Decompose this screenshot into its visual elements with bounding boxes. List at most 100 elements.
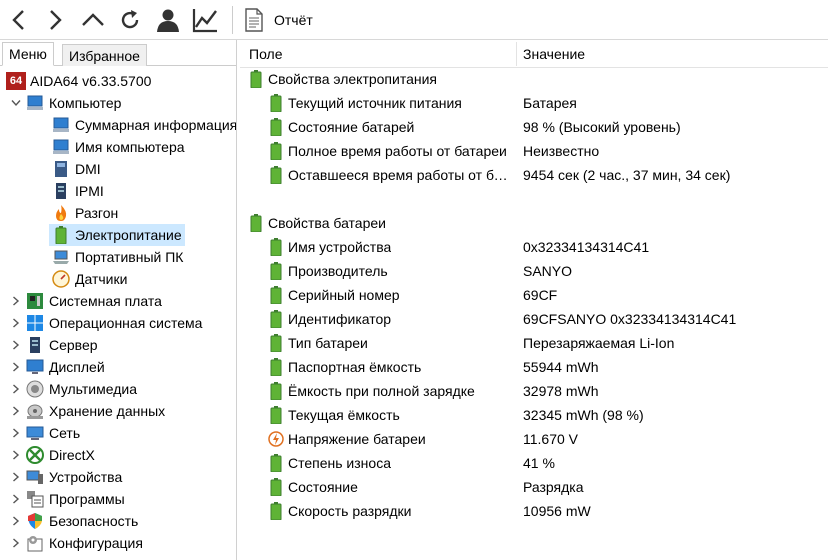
- table-row[interactable]: Ёмкость при полной зарядке 32978 mWh: [268, 380, 828, 402]
- field-cell: Тип батареи: [288, 335, 368, 351]
- tree-item-storage[interactable]: Хранение данных: [10, 400, 165, 422]
- refresh-button[interactable]: [115, 5, 145, 35]
- report-button[interactable]: Отчёт: [244, 7, 313, 33]
- chevron-right-icon: [50, 10, 62, 30]
- tree-item-laptop[interactable]: Портативный ПК: [52, 246, 183, 268]
- field-cell: Напряжение батареи: [288, 431, 426, 447]
- value-cell: 10956 mW: [523, 503, 591, 519]
- table-row[interactable]: Текущий источник питания Батарея: [268, 92, 828, 114]
- chevron-right-icon[interactable]: [10, 317, 22, 329]
- battery-icon: [268, 358, 284, 376]
- table-row[interactable]: Тип батареи Перезаряжаемая Li-Ion: [268, 332, 828, 354]
- network-icon: [26, 424, 44, 442]
- battery-icon: [268, 382, 284, 400]
- column-resize-handle[interactable]: [516, 42, 517, 66]
- tree-item-security[interactable]: Безопасность: [10, 510, 138, 532]
- toolbar-separator: [232, 6, 233, 34]
- table-row[interactable]: Текущая ёмкость 32345 mWh (98 %): [268, 404, 828, 426]
- table-row[interactable]: Паспортная ёмкость 55944 mWh: [268, 356, 828, 378]
- panel-tabs: Меню Избранное: [0, 40, 236, 66]
- value-cell: 55944 mWh: [523, 359, 599, 375]
- chevron-right-icon[interactable]: [10, 361, 22, 373]
- table-row[interactable]: Идентификатор 69CFSANYO 0x32334134314C41: [268, 308, 828, 330]
- xbox-icon: [26, 446, 44, 464]
- tree-item-summary[interactable]: Суммарная информация: [52, 114, 236, 136]
- field-cell: Состояние батарей: [288, 119, 415, 135]
- battery-icon: [268, 286, 284, 304]
- tree-item-devices[interactable]: Устройства: [10, 466, 122, 488]
- chevron-left-icon: [12, 10, 24, 30]
- tree-item-config[interactable]: Конфигурация: [10, 532, 143, 554]
- table-row[interactable]: Оставшееся время работы от батареи 9454 …: [268, 164, 828, 186]
- chip-icon: [52, 160, 70, 178]
- benchmark-button[interactable]: [190, 5, 220, 35]
- tree-item-multimedia[interactable]: Мультимедиа: [10, 378, 137, 400]
- table-row[interactable]: Состояние Разрядка: [268, 476, 828, 498]
- tree-item-directx[interactable]: DirectX: [10, 444, 95, 466]
- tree-item-display[interactable]: Дисплей: [10, 356, 105, 378]
- tab-favorites[interactable]: Избранное: [62, 44, 147, 66]
- table-row[interactable]: Производитель SANYO: [268, 260, 828, 282]
- tree-item-programs[interactable]: Программы: [10, 488, 125, 510]
- tree-item-ipmi[interactable]: IPMI: [52, 180, 104, 202]
- value-cell: 32345 mWh (98 %): [523, 407, 644, 423]
- tree-item-server[interactable]: Сервер: [10, 334, 98, 356]
- field-cell: Идентификатор: [288, 311, 392, 327]
- column-field[interactable]: Поле: [249, 46, 283, 62]
- field-cell: Паспортная ёмкость: [288, 359, 422, 375]
- chevron-right-icon[interactable]: [10, 383, 22, 395]
- field-cell: Серийный номер: [288, 287, 400, 303]
- table-row[interactable]: Имя устройства 0x32334134314C41: [268, 236, 828, 258]
- battery-icon: [268, 502, 284, 520]
- tree-root[interactable]: 64 AIDA64 v6.33.5700: [6, 70, 151, 92]
- tab-menu[interactable]: Меню: [2, 42, 54, 66]
- tree-item-overclock[interactable]: Разгон: [52, 202, 118, 224]
- group-power-properties[interactable]: Свойства электропитания: [248, 68, 437, 90]
- chevron-right-icon[interactable]: [10, 295, 22, 307]
- field-cell: Скорость разрядки: [288, 503, 412, 519]
- group-title: Свойства электропитания: [268, 71, 437, 87]
- table-row[interactable]: Состояние батарей 98 % (Высокий уровень): [268, 116, 828, 138]
- tree-item-sensors[interactable]: Датчики: [52, 268, 127, 290]
- field-cell: Производитель: [288, 263, 388, 279]
- battery-icon: [52, 226, 70, 244]
- tree-item-os[interactable]: Операционная система: [10, 312, 202, 334]
- value-cell: 98 % (Высокий уровень): [523, 119, 681, 135]
- tree-item-network[interactable]: Сеть: [10, 422, 80, 444]
- chevron-right-icon[interactable]: [10, 405, 22, 417]
- field-cell: Полное время работы от батареи: [288, 143, 507, 159]
- devices-icon: [26, 468, 44, 486]
- chevron-right-icon[interactable]: [10, 537, 22, 549]
- up-button[interactable]: [78, 5, 108, 35]
- chevron-right-icon[interactable]: [10, 471, 22, 483]
- table-row[interactable]: Скорость разрядки 10956 mW: [268, 500, 828, 522]
- table-row[interactable]: Степень износа 41 %: [268, 452, 828, 474]
- chevron-right-icon[interactable]: [10, 427, 22, 439]
- tree-item-motherboard[interactable]: Системная плата: [10, 290, 162, 312]
- value-cell: 41 %: [523, 455, 555, 471]
- shield-icon: [26, 512, 44, 530]
- forward-button[interactable]: [40, 5, 70, 35]
- chevron-up-icon: [82, 13, 104, 26]
- table-row[interactable]: Серийный номер 69CF: [268, 284, 828, 306]
- tree-item-dmi[interactable]: DMI: [52, 158, 101, 180]
- table-row[interactable]: Полное время работы от батареи Неизвестн…: [268, 140, 828, 162]
- user-button[interactable]: [153, 5, 183, 35]
- tree-item-power[interactable]: Электропитание: [49, 224, 185, 246]
- chevron-right-icon[interactable]: [10, 339, 22, 351]
- motherboard-icon: [26, 292, 44, 310]
- back-button[interactable]: [4, 5, 34, 35]
- chevron-right-icon[interactable]: [10, 449, 22, 461]
- chevron-right-icon[interactable]: [10, 493, 22, 505]
- group-battery-properties[interactable]: Свойства батареи: [248, 212, 386, 234]
- tree-item-computer-name[interactable]: Имя компьютера: [52, 136, 185, 158]
- hard-drive-icon: [26, 402, 44, 420]
- chevron-down-icon[interactable]: [10, 97, 22, 109]
- tree-item-label: Портативный ПК: [75, 249, 184, 265]
- tree-item-computer[interactable]: Компьютер: [10, 92, 121, 114]
- table-row[interactable]: Напряжение батареи 11.670 V: [268, 428, 828, 450]
- value-cell: Неизвестно: [523, 143, 600, 159]
- column-value[interactable]: Значение: [523, 46, 585, 62]
- chevron-right-icon[interactable]: [10, 515, 22, 527]
- navigation-panel: Меню Избранное 64 AIDA64 v6.33.5700 Комп…: [0, 40, 237, 560]
